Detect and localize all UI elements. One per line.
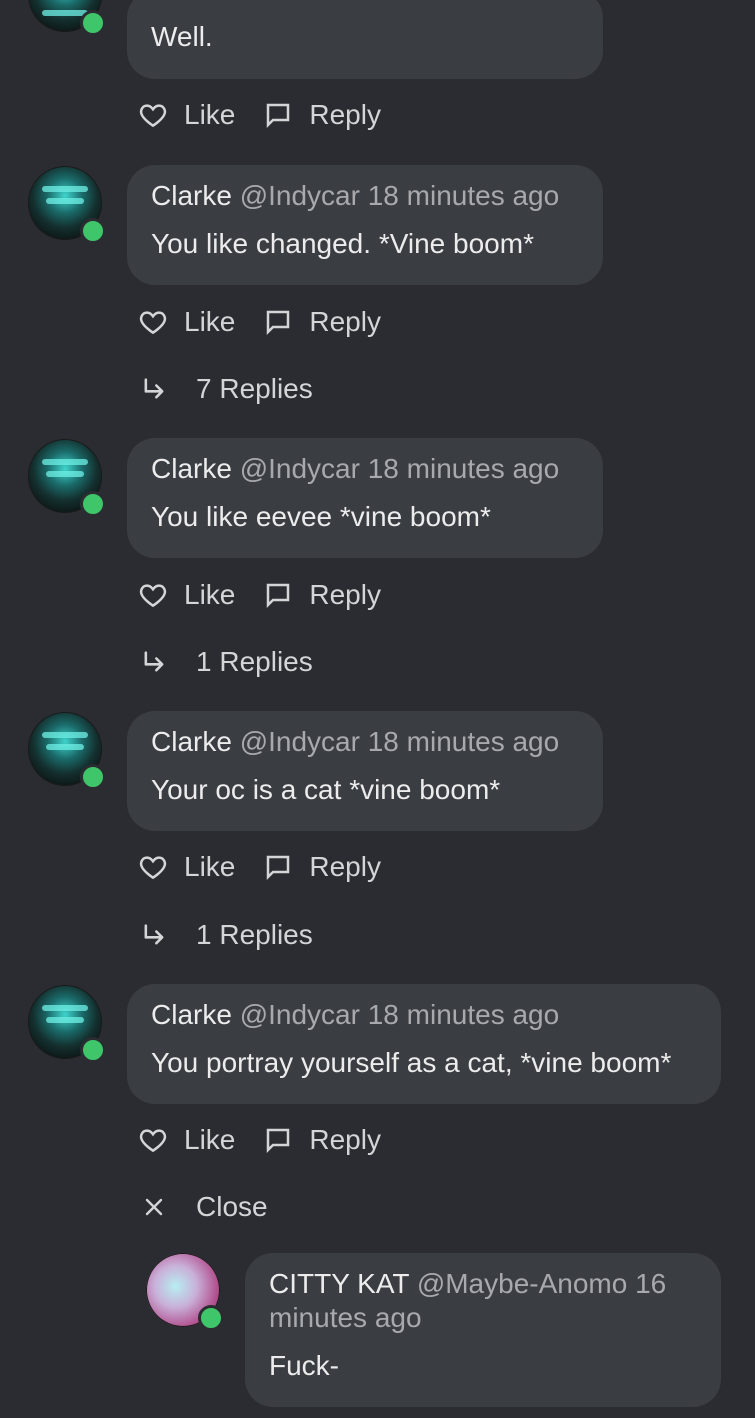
- reply-label: Reply: [309, 99, 381, 130]
- online-status-dot: [80, 1037, 106, 1063]
- close-icon: [145, 1198, 163, 1216]
- reply-arrow-icon: [144, 378, 164, 399]
- timestamp: 18 minutes ago: [367, 726, 560, 757]
- comment-icon: [267, 583, 290, 609]
- author-handle[interactable]: @Indycar: [240, 453, 360, 484]
- comment-bubble: Well.: [127, 0, 603, 79]
- author-name[interactable]: Clarke: [151, 453, 232, 484]
- like-label: Like: [184, 99, 236, 130]
- comment-body: Your oc is a cat *vine boom*: [151, 774, 501, 805]
- like-button[interactable]: Like: [138, 99, 235, 131]
- like-button[interactable]: Like: [138, 579, 235, 611]
- reply-button[interactable]: Reply: [263, 1124, 381, 1156]
- author-handle[interactable]: @Maybe-Anomo: [417, 1268, 628, 1299]
- replies-count: 1 Replies: [196, 646, 313, 677]
- avatar[interactable]: [28, 985, 106, 1063]
- comment-icon: [267, 310, 290, 336]
- heart-icon: [139, 1129, 167, 1153]
- comment-meta: Clarke @Indycar 18 minutes ago: [151, 452, 579, 486]
- online-status-dot: [80, 764, 106, 790]
- timestamp: 18 minutes ago: [367, 180, 560, 211]
- comment-bubble: Clarke @Indycar 18 minutes ago You portr…: [127, 984, 721, 1104]
- avatar[interactable]: [146, 1253, 224, 1331]
- comment-actions: Like Reply: [138, 306, 381, 338]
- avatar[interactable]: [28, 712, 106, 790]
- comment-body: Well.: [151, 21, 213, 52]
- comment-meta: CITTY KAT @Maybe-Anomo 16 minutes ago: [269, 1267, 697, 1335]
- view-replies-button[interactable]: 7 Replies: [140, 373, 313, 405]
- online-status-dot: [198, 1305, 224, 1331]
- avatar[interactable]: [28, 439, 106, 517]
- heart-icon: [139, 856, 167, 880]
- author-handle[interactable]: @Indycar: [240, 999, 360, 1030]
- reply-button[interactable]: Reply: [263, 579, 381, 611]
- view-replies-button[interactable]: 1 Replies: [140, 646, 313, 678]
- comment-bubble: Clarke @Indycar 18 minutes ago You like …: [127, 438, 603, 558]
- heart-icon: [139, 311, 167, 335]
- avatar[interactable]: [28, 166, 106, 244]
- timestamp: 18 minutes ago: [367, 453, 560, 484]
- reply-button[interactable]: Reply: [263, 851, 381, 883]
- like-button[interactable]: Like: [138, 1124, 235, 1156]
- comment-actions: Like Reply: [138, 851, 381, 883]
- reply-label: Reply: [309, 306, 381, 337]
- reply-button[interactable]: Reply: [263, 306, 381, 338]
- author-name[interactable]: Clarke: [151, 999, 232, 1030]
- like-button[interactable]: Like: [138, 851, 235, 883]
- close-replies-button[interactable]: Close: [142, 1191, 268, 1223]
- comment-meta: Clarke @Indycar 18 minutes ago: [151, 998, 697, 1032]
- author-name[interactable]: Clarke: [151, 180, 232, 211]
- comment-meta: Clarke @Indycar 18 minutes ago: [151, 725, 579, 759]
- reply-label: Reply: [309, 1124, 381, 1155]
- comment-bubble: Clarke @Indycar 18 minutes ago Your oc i…: [127, 711, 603, 831]
- avatar[interactable]: [28, 0, 106, 36]
- like-label: Like: [184, 306, 236, 337]
- author-name[interactable]: Clarke: [151, 726, 232, 757]
- reply-label: Reply: [309, 579, 381, 610]
- comment-icon: [267, 1128, 290, 1154]
- comment-body: You portray yourself as a cat, *vine boo…: [151, 1047, 672, 1078]
- like-button[interactable]: Like: [138, 306, 235, 338]
- like-label: Like: [184, 579, 236, 610]
- comment-body: Fuck-: [269, 1350, 339, 1381]
- comment-actions: Like Reply: [138, 99, 381, 131]
- like-label: Like: [184, 851, 236, 882]
- author-name[interactable]: CITTY KAT: [269, 1268, 409, 1299]
- reply-label: Reply: [309, 851, 381, 882]
- reply-bubble: CITTY KAT @Maybe-Anomo 16 minutes ago Fu…: [245, 1253, 721, 1407]
- timestamp-continued: minutes ago: [269, 1302, 422, 1333]
- comment-bubble: Clarke @Indycar 18 minutes ago You like …: [127, 165, 603, 285]
- comment-body: You like eevee *vine boom*: [151, 501, 491, 532]
- comment-meta: Clarke @Indycar 18 minutes ago: [151, 179, 579, 213]
- reply-button[interactable]: Reply: [263, 99, 381, 131]
- comment-actions: Like Reply: [138, 579, 381, 611]
- comment-icon: [267, 855, 290, 881]
- online-status-dot: [80, 10, 106, 36]
- like-label: Like: [184, 1124, 236, 1155]
- timestamp: 16: [635, 1268, 667, 1299]
- comment-actions: Like Reply: [138, 1124, 381, 1156]
- online-status-dot: [80, 218, 106, 244]
- comment-icon: [267, 103, 290, 129]
- heart-icon: [139, 584, 167, 608]
- comment-body: You like changed. *Vine boom*: [151, 228, 534, 259]
- author-handle[interactable]: @Indycar: [240, 180, 360, 211]
- heart-icon: [139, 104, 167, 128]
- replies-count: 1 Replies: [196, 919, 313, 950]
- close-label: Close: [196, 1191, 268, 1222]
- replies-count: 7 Replies: [196, 373, 313, 404]
- online-status-dot: [80, 491, 106, 517]
- timestamp: 18 minutes ago: [367, 999, 560, 1030]
- reply-arrow-icon: [144, 651, 164, 672]
- author-handle[interactable]: @Indycar: [240, 726, 360, 757]
- view-replies-button[interactable]: 1 Replies: [140, 919, 313, 951]
- reply-arrow-icon: [144, 924, 164, 945]
